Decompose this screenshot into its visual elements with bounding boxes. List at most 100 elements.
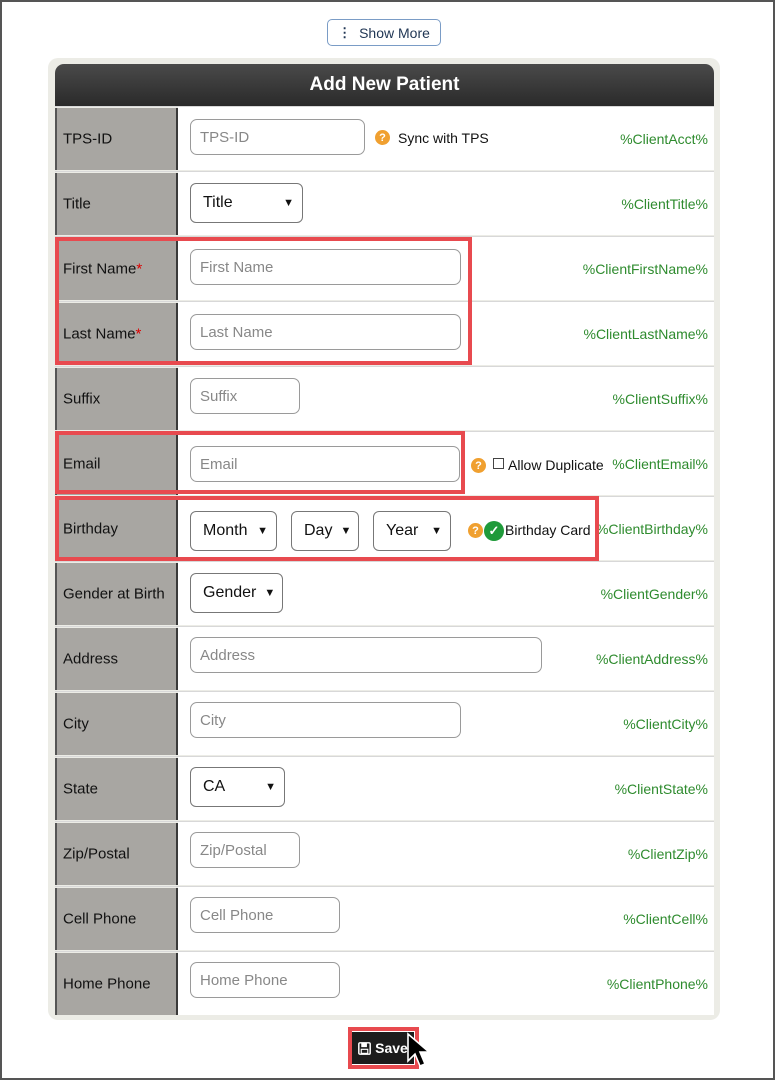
label-cell: Zip/Postal — [55, 823, 178, 885]
zip-input[interactable] — [190, 832, 300, 868]
home-phone-input[interactable] — [190, 962, 340, 998]
tps-id-label: TPS-ID — [63, 130, 113, 148]
required-marker: * — [136, 260, 143, 278]
home-phone-label: Home Phone — [63, 975, 151, 993]
sync-with-tps-link[interactable]: Sync with TPS — [398, 130, 489, 146]
label-cell: Birthday — [55, 498, 178, 560]
form-row-tps-id: TPS-ID ? Sync with TPS %ClientAcct% — [55, 106, 714, 170]
chevron-down-icon: ▼ — [265, 781, 276, 793]
question-circle-icon[interactable]: ? — [468, 523, 483, 538]
gender-select-value: Gender — [203, 584, 257, 601]
title-label: Title — [63, 195, 91, 213]
birth-month-select[interactable]: Month ▼ — [190, 511, 277, 551]
email-input[interactable] — [190, 446, 460, 482]
first-name-label: First Name* — [63, 261, 142, 278]
chevron-down-icon: ▼ — [431, 525, 442, 537]
address-label: Address — [63, 650, 119, 668]
first-name-input[interactable] — [190, 249, 461, 285]
mouse-pointer-icon — [407, 1032, 430, 1068]
form-row-cell-phone: Cell Phone %ClientCell% — [55, 886, 714, 950]
check-circle-icon[interactable]: ✓ — [484, 521, 504, 541]
label-cell: Cell Phone — [55, 888, 178, 950]
suffix-label: Suffix — [63, 390, 101, 408]
label-cell: City — [55, 693, 178, 755]
label-cell: First Name* — [55, 238, 178, 300]
label-cell: Title — [55, 173, 178, 235]
form-row-city: City %ClientCity% — [55, 691, 714, 755]
form-row-address: Address %ClientAddress% — [55, 626, 714, 690]
cell-phone-label: Cell Phone — [63, 910, 137, 928]
label-cell: TPS-ID — [55, 108, 178, 170]
birthday-card-label: Birthday Card — [505, 522, 591, 538]
show-more-button[interactable]: ⋮ Show More — [327, 19, 441, 46]
label-cell: Last Name* — [55, 303, 178, 365]
title-select[interactable]: Title ▼ — [190, 183, 303, 223]
form-row-first-name: First Name* %ClientFirstName% — [55, 236, 714, 300]
zip-label: Zip/Postal — [63, 845, 130, 863]
form-row-birthday: Birthday Month ▼ Day ▼ Year ▼ ? ✓ Birthd… — [55, 496, 714, 560]
label-cell: Gender at Birth — [55, 563, 178, 625]
allow-duplicate-checkbox[interactable] — [493, 458, 504, 469]
label-cell: State — [55, 758, 178, 820]
merge-token: %ClientBirthday% — [595, 520, 708, 537]
merge-token: %ClientZip% — [627, 845, 708, 862]
merge-token: %ClientTitle% — [621, 195, 708, 212]
show-more-label: Show More — [359, 24, 430, 41]
chevron-down-icon: ▼ — [257, 525, 268, 537]
vertical-ellipsis-icon: ⋮ — [338, 24, 352, 40]
birthday-label: Birthday — [63, 520, 119, 538]
birth-year-select[interactable]: Year ▼ — [373, 511, 451, 551]
merge-token: %ClientState% — [614, 780, 708, 797]
tps-id-input[interactable] — [190, 119, 365, 155]
merge-token: %ClientEmail% — [612, 455, 708, 472]
form-row-state: State CA ▼ %ClientState% — [55, 756, 714, 820]
form-row-title: Title Title ▼ %ClientTitle% — [55, 171, 714, 235]
merge-token: %ClientAcct% — [620, 130, 708, 147]
form-row-gender: Gender at Birth Gender ▼ %ClientGender% — [55, 561, 714, 625]
title-select-value: Title — [203, 194, 233, 211]
chevron-down-icon: ▼ — [283, 197, 294, 209]
form-title: Add New Patient — [55, 64, 714, 106]
form-row-zip: Zip/Postal %ClientZip% — [55, 821, 714, 885]
birth-day-select[interactable]: Day ▼ — [291, 511, 359, 551]
merge-token: %ClientGender% — [600, 585, 708, 602]
last-name-label: Last Name* — [63, 326, 141, 343]
state-label: State — [63, 780, 99, 798]
question-circle-icon[interactable]: ? — [471, 458, 486, 473]
gender-select[interactable]: Gender ▼ — [190, 573, 283, 613]
chevron-down-icon: ▼ — [264, 587, 276, 599]
state-select[interactable]: CA ▼ — [190, 767, 285, 807]
label-cell: Suffix — [55, 368, 178, 430]
first-name-label-text: First Name — [63, 260, 137, 278]
save-label: Save — [375, 1040, 408, 1056]
merge-token: %ClientLastName% — [583, 325, 709, 342]
city-label: City — [63, 715, 89, 733]
address-input[interactable] — [190, 637, 542, 673]
label-cell: Home Phone — [55, 953, 178, 1015]
label-cell: Email — [55, 433, 178, 495]
last-name-input[interactable] — [190, 314, 461, 350]
merge-token: %ClientFirstName% — [582, 260, 708, 277]
form-row-suffix: Suffix %ClientSuffix% — [55, 366, 714, 430]
label-cell: Address — [55, 628, 178, 690]
city-input[interactable] — [190, 702, 461, 738]
birth-day-value: Day — [304, 522, 333, 539]
form-row-last-name: Last Name* %ClientLastName% — [55, 301, 714, 365]
merge-token: %ClientCity% — [623, 715, 708, 732]
form-row-home-phone: Home Phone %ClientPhone% — [55, 951, 714, 1015]
question-circle-icon[interactable]: ? — [375, 130, 390, 145]
required-marker: * — [135, 325, 142, 343]
floppy-disk-icon — [358, 1041, 372, 1055]
merge-token: %ClientPhone% — [606, 975, 708, 992]
allow-duplicate-label: Allow Duplicate — [508, 457, 604, 473]
merge-token: %ClientCell% — [623, 910, 708, 927]
suffix-input[interactable] — [190, 378, 300, 414]
last-name-label-text: Last Name — [63, 325, 136, 343]
gender-label: Gender at Birth — [63, 585, 165, 603]
save-button[interactable]: Save — [352, 1032, 414, 1064]
form-row-email: Email ? Allow Duplicate %ClientEmail% — [55, 431, 714, 495]
cell-phone-input[interactable] — [190, 897, 340, 933]
state-select-value: CA — [203, 778, 226, 795]
email-label: Email — [63, 455, 101, 473]
birth-year-value: Year — [386, 522, 419, 539]
